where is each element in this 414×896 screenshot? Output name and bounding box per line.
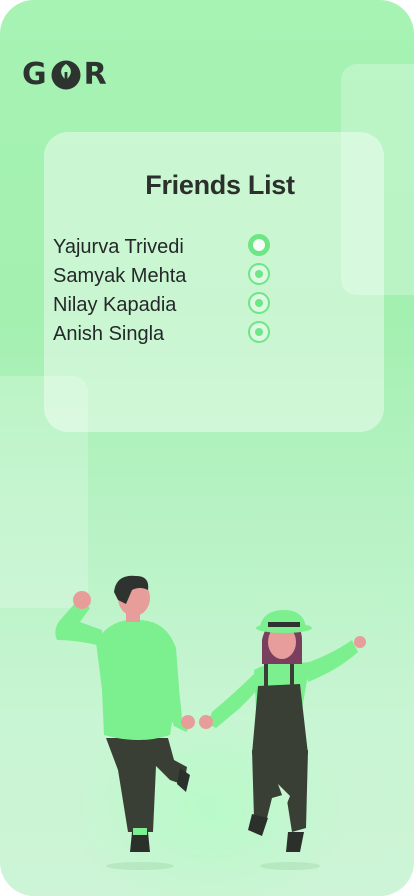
app-logo: G R [22,58,108,92]
tree-icon [51,60,81,90]
logo-letter-r: R [83,57,108,92]
couple-illustration [55,575,366,870]
friend-row-yajurva-trivedi[interactable]: Yajurva Trivedi [53,233,283,263]
friend-name: Yajurva Trivedi [53,236,184,258]
friend-radio[interactable] [248,292,270,314]
friend-name: Samyak Mehta [53,265,187,287]
friend-row-nilay-kapadia[interactable]: Nilay Kapadia [53,291,283,321]
man-figure [55,575,195,870]
friend-name: Nilay Kapadia [53,294,177,316]
friend-name: Anish Singla [53,323,165,345]
logo-letter-g: G [22,57,48,92]
woman-figure [199,610,366,870]
friend-radio[interactable] [248,263,270,285]
friend-row-anish-singla[interactable]: Anish Singla [53,320,283,350]
friend-radio-selected[interactable] [248,234,270,256]
friend-radio[interactable] [248,321,270,343]
friends-list-title: Friends List [145,170,295,200]
friend-row-samyak-mehta[interactable]: Samyak Mehta [53,262,283,292]
